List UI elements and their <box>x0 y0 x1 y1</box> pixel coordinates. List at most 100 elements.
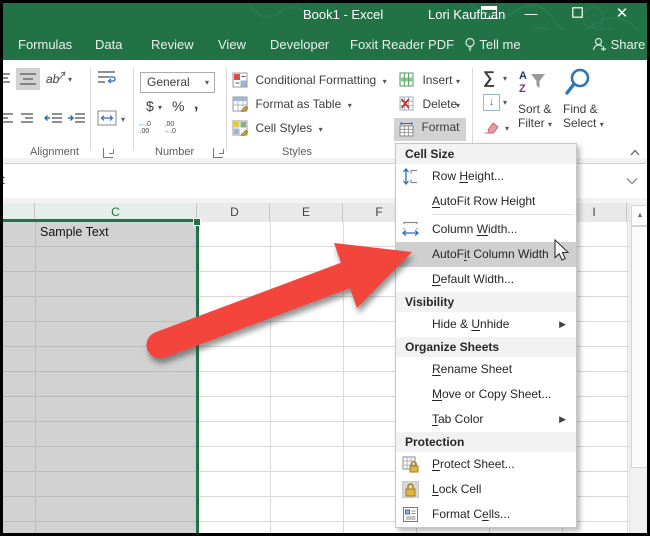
fill-button[interactable]: ↓ <box>483 94 500 111</box>
menu-item-hide-unhide[interactable]: Hide & Unhide▶ <box>396 312 576 337</box>
cell-styles-button[interactable]: Cell Styles ▾ <box>232 120 323 141</box>
menu-item-format-cells[interactable]: Format Cells... <box>396 502 576 527</box>
find-select-button[interactable]: Find & Select ▾ <box>563 68 604 130</box>
col-width-icon <box>402 221 419 238</box>
middle-align-button[interactable] <box>16 68 40 90</box>
menu-item-label: Protect Sheet... <box>432 457 515 471</box>
find-select-label-2: Select ▾ <box>563 116 604 130</box>
menu-item-column-width[interactable]: Column Width... <box>396 217 576 242</box>
menu-item-label: Tab Color <box>432 412 483 426</box>
insert-cells-button[interactable]: Insert <box>399 72 452 92</box>
number-format-caret: ▾ <box>205 78 209 87</box>
sort-filter-icon: A Z <box>518 68 548 96</box>
number-format-select[interactable]: General ▾ <box>140 72 215 93</box>
fill-caret[interactable]: ▾ <box>503 98 507 107</box>
selection-handle[interactable] <box>193 218 201 226</box>
share-person-icon <box>592 37 607 51</box>
menu-item-label: Row Height... <box>432 169 504 183</box>
alignment-dialog-launcher[interactable] <box>103 148 113 158</box>
menu-item-label: Move or Copy Sheet... <box>432 387 551 401</box>
tab-data[interactable]: Data <box>95 30 122 60</box>
scroll-up-button[interactable]: ▲ <box>631 205 649 226</box>
insert-caret[interactable]: ▾ <box>456 77 460 86</box>
number-dialog-launcher[interactable] <box>213 148 223 158</box>
orientation-button[interactable]: ab <box>46 71 66 86</box>
sort-filter-button[interactable]: A Z Sort & Filter ▾ <box>518 68 552 130</box>
selection-top-border <box>0 219 197 222</box>
format-as-table-icon <box>232 96 248 112</box>
share-button[interactable]: Share <box>592 30 645 60</box>
menu-section-protection: Protection <box>396 432 576 452</box>
autosum-caret[interactable]: ▾ <box>503 74 507 83</box>
collapse-ribbon-button[interactable] <box>630 143 639 152</box>
tab-foxit-reader-pdf[interactable]: Foxit Reader PDF <box>350 30 454 60</box>
delete-caret[interactable]: ▾ <box>456 101 460 110</box>
sort-filter-label-2: Filter ▾ <box>518 116 552 130</box>
currency-button[interactable]: $ <box>146 98 154 114</box>
align-top-icon[interactable] <box>0 72 12 91</box>
format-as-table-button[interactable]: Format as Table ▾ <box>232 96 352 117</box>
find-select-label-1: Find & <box>563 102 604 116</box>
wrap-text-button[interactable] <box>97 70 117 91</box>
menu-item-tab-color[interactable]: Tab Color ▶ <box>396 407 576 432</box>
menu-item-row-height[interactable]: Row Height... <box>396 164 576 189</box>
menu-item-default-width[interactable]: Default Width... <box>396 267 576 292</box>
menu-item-label: Hide & Unhide <box>432 317 509 331</box>
clear-button[interactable] <box>483 120 500 139</box>
close-button[interactable]: ✕ <box>607 0 637 28</box>
format-label: Format <box>421 120 459 134</box>
currency-caret[interactable]: ▾ <box>158 103 162 112</box>
format-button[interactable]: Format ▾ <box>394 118 466 141</box>
align-left-icon[interactable] <box>0 112 14 131</box>
minimize-button[interactable]: — <box>516 0 546 28</box>
menu-item-autofit-column-width[interactable]: AutoFit Column Width <box>396 242 576 267</box>
conditional-formatting-button[interactable]: Conditional Formatting ▾ <box>232 72 387 93</box>
merge-center-button[interactable] <box>97 110 117 131</box>
delete-label: Delete <box>422 97 457 111</box>
merge-center-caret[interactable]: ▾ <box>121 115 125 124</box>
ribbon-display-options-icon <box>481 6 497 19</box>
tab-developer[interactable]: Developer <box>270 30 329 60</box>
menu-item-move-or-copy-sheet[interactable]: Move or Copy Sheet... <box>396 382 576 407</box>
maximize-button[interactable] <box>562 0 592 28</box>
column-header-e[interactable]: E <box>270 203 343 222</box>
delete-cells-button[interactable]: Delete <box>399 96 457 116</box>
insert-cells-icon <box>399 72 414 87</box>
vertical-scrollbar[interactable]: ▲ <box>629 203 649 536</box>
column-header-d[interactable]: D <box>200 203 270 222</box>
menu-item-protect-sheet[interactable]: Protect Sheet... <box>396 452 576 477</box>
sort-filter-label-1: Sort & <box>518 102 552 116</box>
menu-item-rename-sheet[interactable]: Rename Sheet <box>396 357 576 382</box>
submenu-arrow-icon: ▶ <box>559 407 566 432</box>
decrease-decimal-button[interactable]: .00→.0 <box>163 121 176 135</box>
percent-button[interactable]: % <box>172 98 184 114</box>
comma-button[interactable]: , <box>194 96 198 114</box>
menu-item-lock-cell[interactable]: Lock Cell <box>396 477 576 502</box>
alignment-group-label: Alignment <box>30 146 79 158</box>
tab-formulas[interactable]: Formulas <box>18 30 72 60</box>
svg-text:A: A <box>519 70 527 82</box>
ribbon-display-options-button[interactable] <box>474 1 504 29</box>
window-title: Book1 - Excel <box>303 0 383 30</box>
menu-item-autofit-row-height[interactable]: AutoFit Row Height <box>396 189 576 214</box>
menu-section-cell-size: Cell Size <box>396 144 576 164</box>
decrease-indent-button[interactable] <box>44 112 63 131</box>
scrollbar-thumb[interactable] <box>631 226 649 468</box>
svg-text:Z: Z <box>519 83 526 95</box>
format-dropdown-menu: Cell Size Row Height... AutoFit Row Height… <box>395 143 577 528</box>
menu-item-label: Column Width... <box>432 222 517 236</box>
increase-decimal-button[interactable]: ←.0.00 <box>138 121 151 135</box>
expand-formula-bar-chevron[interactable] <box>626 172 638 190</box>
autosum-button[interactable]: ∑ <box>483 68 495 88</box>
selected-columns-highlight[interactable] <box>0 222 199 536</box>
tab-tell-me[interactable]: Tell me <box>464 30 521 60</box>
orientation-dropdown-caret[interactable]: ▾ <box>68 75 72 84</box>
increase-indent-button[interactable] <box>67 112 86 131</box>
tab-view[interactable]: View <box>218 30 246 60</box>
align-right-icon[interactable] <box>20 112 34 131</box>
conditional-formatting-icon <box>232 72 248 88</box>
clear-caret[interactable]: ▾ <box>505 124 509 133</box>
tab-review[interactable]: Review <box>151 30 194 60</box>
menu-item-label: AutoFit Row Height <box>432 194 535 208</box>
eraser-icon <box>483 120 500 134</box>
